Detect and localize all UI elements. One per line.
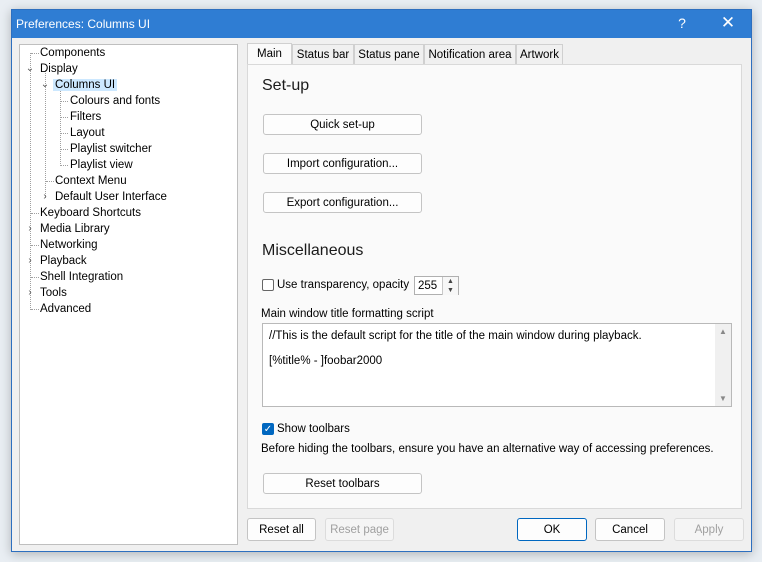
tree-item-label: Display (40, 63, 78, 75)
tree-item-label: Playlist switcher (70, 143, 152, 155)
chevron-down-icon[interactable]: ⌄ (40, 77, 50, 93)
tree-item-components[interactable]: Components (38, 45, 107, 61)
chevron-right-icon[interactable]: › (25, 253, 35, 269)
tree-item-shell-integration[interactable]: Shell Integration (38, 269, 125, 285)
tree-connector (61, 133, 68, 134)
tree-item-label: Context Menu (55, 175, 127, 187)
reset-toolbars-button[interactable]: Reset toolbars (263, 473, 422, 494)
tree-item-columns-ui[interactable]: Columns UI (53, 77, 118, 93)
tree-item-playlist-view[interactable]: Playlist view (68, 157, 135, 173)
script-label: Main window title formatting script (261, 308, 434, 320)
chevron-right-icon[interactable]: › (25, 221, 35, 237)
tree-item-advanced[interactable]: Advanced (38, 301, 93, 317)
tree-item-label: Media Library (40, 223, 110, 235)
tree-item-default-user-interface[interactable]: Default User Interface (53, 189, 169, 205)
tab-artwork[interactable]: Artwork (516, 44, 563, 64)
tree-item-tools[interactable]: Tools (38, 285, 69, 301)
script-line: //This is the default script for the tit… (269, 330, 642, 342)
help-icon[interactable]: ? (672, 15, 692, 31)
chevron-right-icon[interactable]: › (25, 285, 35, 301)
use-transparency-checkbox[interactable] (262, 279, 274, 291)
tree-item-media-library[interactable]: Media Library (38, 221, 112, 237)
cancel-button[interactable]: Cancel (595, 518, 665, 541)
tree-item-label: Columns UI (53, 79, 118, 91)
tab-notification-area[interactable]: Notification area (424, 44, 516, 64)
window-title: Preferences: Columns UI (16, 17, 151, 31)
tree-item-keyboard-shortcuts[interactable]: Keyboard Shortcuts (38, 205, 143, 221)
import-configuration-button[interactable]: Import configuration... (263, 153, 422, 174)
show-toolbars-checkbox[interactable]: ✓ (262, 423, 274, 435)
tree-item-label: Layout (70, 127, 105, 139)
preferences-window: Preferences: Columns UI ? ✕ Components ⌄… (11, 9, 752, 552)
tree-item-playback[interactable]: Playback (38, 253, 89, 269)
tree-item-label: Networking (40, 239, 98, 251)
tree-item-playlist-switcher[interactable]: Playlist switcher (68, 141, 154, 157)
preferences-tree[interactable]: Components ⌄ Display ⌄ Columns UI Colour… (19, 44, 238, 545)
tree-item-layout[interactable]: Layout (68, 125, 107, 141)
tab-main[interactable]: Main (247, 43, 292, 65)
main-tab-pane: Set-up Quick set-up Import configuration… (247, 64, 742, 509)
reset-page-button[interactable]: Reset page (325, 518, 394, 541)
chevron-right-icon[interactable]: › (40, 189, 50, 205)
tree-item-label: Keyboard Shortcuts (40, 207, 142, 219)
miscellaneous-heading: Miscellaneous (262, 242, 364, 259)
spin-down-icon[interactable]: ▼ (442, 286, 458, 295)
tree-connector (61, 149, 68, 150)
show-toolbars-label[interactable]: Show toolbars (277, 423, 350, 435)
script-scrollbar[interactable]: ▲ ▼ (715, 324, 731, 406)
tree-item-context-menu[interactable]: Context Menu (53, 173, 129, 189)
tree-item-label: Playlist view (70, 159, 133, 171)
scroll-up-icon[interactable]: ▲ (715, 327, 731, 336)
reset-all-button[interactable]: Reset all (247, 518, 316, 541)
title-formatting-script-editor[interactable]: //This is the default script for the tit… (262, 323, 732, 407)
opacity-value[interactable]: 255 (418, 280, 437, 292)
tree-item-label: Colours and fonts (70, 95, 161, 107)
scroll-down-icon[interactable]: ▼ (715, 394, 731, 403)
tree-item-label: Playback (40, 255, 87, 267)
tree-item-networking[interactable]: Networking (38, 237, 100, 253)
title-bar: Preferences: Columns UI ? ✕ (12, 10, 751, 38)
use-transparency-label[interactable]: Use transparency, opacity (277, 279, 409, 291)
tree-item-display[interactable]: Display (38, 61, 80, 77)
apply-button[interactable]: Apply (674, 518, 744, 541)
setup-heading: Set-up (262, 77, 310, 94)
tree-item-colours-and-fonts[interactable]: Colours and fonts (68, 93, 162, 109)
toolbars-note: Before hiding the toolbars, ensure you h… (261, 443, 714, 455)
export-configuration-button[interactable]: Export configuration... (263, 192, 422, 213)
tree-item-label: Tools (40, 287, 67, 299)
quick-setup-button[interactable]: Quick set-up (263, 114, 422, 135)
chevron-down-icon[interactable]: ⌄ (25, 61, 35, 77)
opacity-stepper[interactable]: 255 ▲ ▼ (414, 276, 459, 295)
tree-connector (61, 101, 68, 102)
tree-connector (61, 117, 68, 118)
script-line: [%title% - ]foobar2000 (269, 355, 383, 367)
tree-item-label: Advanced (40, 303, 92, 315)
tree-connector (60, 86, 61, 166)
tree-item-filters[interactable]: Filters (68, 109, 103, 125)
tab-status-bar[interactable]: Status bar (292, 44, 354, 64)
close-icon[interactable]: ✕ (718, 13, 738, 33)
tree-connector (30, 53, 31, 310)
tree-item-label: Shell Integration (40, 271, 124, 283)
tab-status-pane[interactable]: Status pane (354, 44, 424, 64)
tree-item-label: Default User Interface (55, 191, 167, 203)
ok-button[interactable]: OK (517, 518, 587, 541)
tree-item-label: Filters (70, 111, 102, 123)
tree-connector (61, 165, 68, 166)
tree-item-label: Components (40, 47, 106, 59)
